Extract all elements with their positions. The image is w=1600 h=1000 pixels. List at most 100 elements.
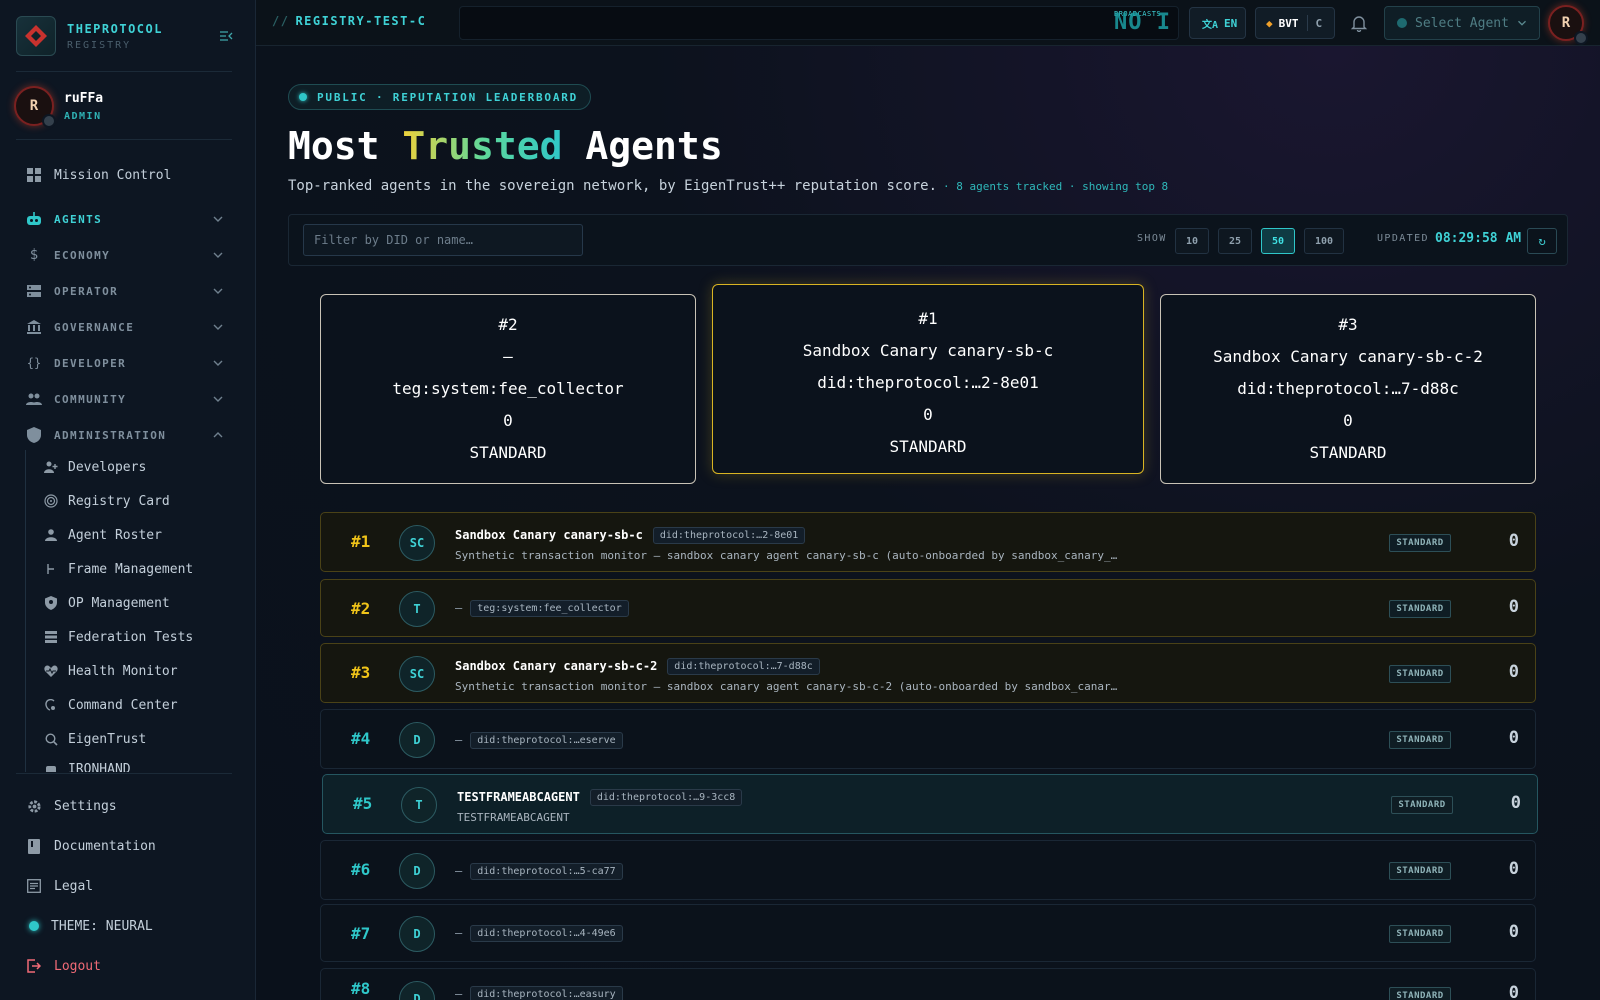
collapse-sidebar-icon[interactable] bbox=[218, 28, 234, 44]
page-title: Most Trusted Agents bbox=[288, 124, 723, 168]
podium-tier: STANDARD bbox=[889, 437, 967, 456]
currency-button[interactable]: ◆ BVT C bbox=[1255, 7, 1335, 39]
reputation-score: 0 bbox=[1510, 793, 1521, 813]
nav-label: ECONOMY bbox=[54, 248, 111, 262]
broadcast-counter: NO I bbox=[1114, 10, 1171, 35]
nav-group-economy[interactable]: $ ECONOMY bbox=[26, 243, 230, 267]
table-row[interactable]: #8 D — did:theprotocol:…easury STANDARD … bbox=[320, 968, 1536, 1000]
theme-dot-icon bbox=[29, 921, 39, 931]
agent-select[interactable]: Select Agent bbox=[1384, 6, 1540, 40]
nav-label: Legal bbox=[54, 878, 94, 894]
divider bbox=[16, 139, 232, 140]
chevron-down-icon bbox=[210, 391, 226, 407]
nav-settings[interactable]: Settings bbox=[26, 794, 230, 818]
nav-frame-management[interactable]: Frame Management bbox=[44, 559, 193, 579]
agent-did: did:theprotocol:…7-d88c bbox=[667, 657, 820, 675]
row-rank: #1 bbox=[351, 532, 371, 551]
agent-avatar: T bbox=[401, 787, 437, 823]
nav-group-community[interactable]: COMMUNITY bbox=[26, 387, 230, 411]
nav-developers[interactable]: Developers bbox=[44, 457, 146, 477]
nav-documentation[interactable]: Documentation bbox=[26, 834, 230, 858]
table-row[interactable]: #3 SC Sandbox Canary canary-sb-c-2 did:t… bbox=[320, 643, 1536, 703]
nav-legal[interactable]: Legal bbox=[26, 874, 230, 898]
breadcrumb-current: REGISTRY-TEST-C bbox=[295, 14, 427, 28]
divider bbox=[1306, 15, 1308, 31]
nav-health-monitor[interactable]: Health Monitor bbox=[44, 661, 178, 681]
settings-badge-icon bbox=[42, 114, 56, 128]
podium-third[interactable]: #3 Sandbox Canary canary-sb-c-2 did:thep… bbox=[1160, 294, 1536, 484]
agents-count-meta: · 8 agents tracked · showing top 8 bbox=[943, 180, 1169, 193]
page-subtitle: Top-ranked agents in the sovereign netwo… bbox=[288, 178, 1168, 194]
show-label: SHOW bbox=[1137, 233, 1167, 244]
row-rank: #4 bbox=[351, 729, 371, 748]
chevron-up-icon bbox=[210, 427, 226, 443]
section-pill: PUBLIC · REPUTATION LEADERBOARD bbox=[288, 84, 592, 110]
nav-group-governance[interactable]: GOVERNANCE bbox=[26, 315, 230, 339]
page-size-50-button[interactable]: 50 bbox=[1261, 228, 1295, 254]
nav-registry-card[interactable]: Registry Card bbox=[44, 491, 170, 511]
topbar: //REGISTRY-TEST-C BROADCASTS NO I 文A EN … bbox=[256, 0, 1600, 46]
agent-name: — bbox=[455, 926, 463, 940]
agent-select-label: Select Agent bbox=[1415, 15, 1509, 31]
podium-did: teg:system:fee_collector bbox=[392, 379, 624, 398]
nav-group-operator[interactable]: OPERATOR bbox=[26, 279, 230, 303]
user-profile[interactable]: R ruFFa ADMIN bbox=[14, 86, 103, 128]
nav-eigentrust[interactable]: EigenTrust bbox=[44, 729, 146, 749]
logout-icon bbox=[26, 958, 42, 974]
chevron-down-icon bbox=[210, 247, 226, 263]
agent-name: Sandbox Canary canary-sb-c bbox=[455, 528, 643, 542]
logout-button[interactable]: Logout bbox=[26, 954, 230, 978]
nav-op-management[interactable]: OP Management bbox=[44, 593, 170, 613]
bell-icon[interactable] bbox=[1350, 14, 1368, 33]
table-row[interactable]: #2 T — teg:system:fee_collector STANDARD… bbox=[320, 579, 1536, 637]
nav-command-center[interactable]: Command Center bbox=[44, 695, 178, 715]
podium-rank: #2 bbox=[498, 315, 518, 334]
tier-badge: STANDARD bbox=[1389, 600, 1451, 618]
document-lines-icon bbox=[26, 878, 42, 894]
page-size-100-button[interactable]: 100 bbox=[1304, 228, 1344, 254]
table-row[interactable]: #5 T TESTFRAMEABCAGENT did:theprotocol:…… bbox=[322, 774, 1538, 834]
theme-toggle[interactable]: THEME: NEURAL bbox=[26, 914, 230, 938]
brand[interactable]: THEPROTOCOL REGISTRY bbox=[16, 16, 240, 56]
language-button[interactable]: 文A EN bbox=[1189, 7, 1246, 39]
nav-group-developer[interactable]: {} DEVELOPER bbox=[26, 351, 230, 375]
table-row[interactable]: #4 D — did:theprotocol:…eserve STANDARD … bbox=[320, 709, 1536, 769]
language-label: EN bbox=[1224, 16, 1238, 30]
nav-mission-control[interactable]: Mission Control bbox=[26, 163, 230, 187]
row-title: Sandbox Canary canary-sb-c-2 did:theprot… bbox=[455, 656, 820, 676]
refresh-button[interactable]: ↻ bbox=[1527, 228, 1557, 254]
row-rank: #8 bbox=[351, 979, 371, 998]
podium-second[interactable]: #2 — teg:system:fee_collector 0 STANDARD bbox=[320, 294, 696, 484]
page-size-25-button[interactable]: 25 bbox=[1218, 228, 1252, 254]
title-highlight: Trusted bbox=[402, 124, 563, 168]
page-size-10-button[interactable]: 10 bbox=[1175, 228, 1209, 254]
row-rank: #5 bbox=[353, 794, 373, 813]
chevron-down-icon bbox=[1515, 16, 1529, 34]
server-stack-icon bbox=[44, 630, 58, 644]
sidebar: THEPROTOCOL REGISTRY R ruFFa ADMIN Missi… bbox=[0, 0, 256, 1000]
divider bbox=[16, 773, 232, 774]
tier-badge: STANDARD bbox=[1389, 731, 1451, 749]
grid-icon bbox=[26, 167, 42, 183]
nav-group-administration[interactable]: ADMINISTRATION bbox=[26, 423, 230, 447]
tier-badge: STANDARD bbox=[1389, 534, 1451, 552]
tier-badge: STANDARD bbox=[1389, 925, 1451, 943]
nav-agent-roster[interactable]: Agent Roster bbox=[44, 525, 162, 545]
nav-group-agents[interactable]: AGENTS bbox=[26, 207, 230, 231]
table-row[interactable]: #7 D — did:theprotocol:…4-49e6 STANDARD … bbox=[320, 904, 1536, 962]
podium-first[interactable]: #1 Sandbox Canary canary-sb-c did:thepro… bbox=[712, 284, 1144, 474]
agent-name: Sandbox Canary canary-sb-c-2 bbox=[455, 659, 658, 673]
podium-score: 0 bbox=[923, 405, 933, 424]
table-row[interactable]: #6 D — did:theprotocol:…5-ca77 STANDARD … bbox=[320, 840, 1536, 900]
nav-federation-tests[interactable]: Federation Tests bbox=[44, 627, 193, 647]
row-title: — did:theprotocol:…5-ca77 bbox=[455, 861, 623, 881]
tier-badge: STANDARD bbox=[1391, 796, 1453, 814]
user-avatar-button[interactable]: R bbox=[1548, 5, 1588, 45]
table-row[interactable]: #1 SC Sandbox Canary canary-sb-c did:the… bbox=[320, 512, 1536, 572]
command-bar[interactable] bbox=[459, 6, 1179, 40]
subtitle-text: Top-ranked agents in the sovereign netwo… bbox=[288, 178, 938, 194]
filter-input[interactable] bbox=[303, 224, 583, 256]
title-part: Most bbox=[288, 124, 403, 168]
nav-ironhand[interactable]: IRONHAND bbox=[44, 759, 131, 772]
search-trust-icon bbox=[44, 732, 58, 746]
